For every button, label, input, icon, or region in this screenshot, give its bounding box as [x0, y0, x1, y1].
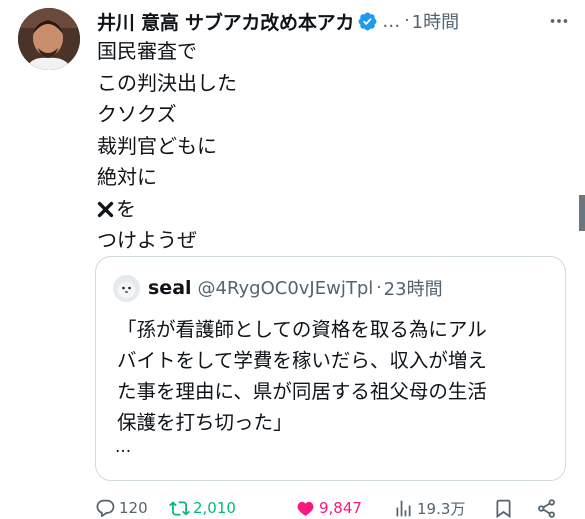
tweet-line: クソクズ	[97, 102, 177, 126]
quoted-author-handle[interactable]: @4RygOC0vJEwjTpl	[198, 278, 374, 299]
retweet-button[interactable]: 2,010	[169, 494, 236, 519]
views-icon	[396, 500, 411, 516]
tweet: 井川 意高 サブアカ改め本アカ … · 1時間 国民審査で この判決出した クソ…	[0, 0, 585, 519]
tweet-line: この判決出した	[97, 70, 237, 95]
quoted-line: た事を理由に、県が同居する祖父母の生活	[117, 380, 487, 403]
tweet-body: 国民審査で この判決出した クソクズ 裁判官どもに 絶対に を つけようぜ	[97, 36, 567, 257]
tweet-line: 国民審査で	[97, 39, 197, 63]
reply-button[interactable]: 120	[95, 494, 148, 519]
author-display-name[interactable]: 井川 意高 サブアカ改め本アカ	[97, 8, 354, 35]
cross-mark-icon	[97, 201, 114, 217]
quoted-line: 「孫が看護師としての資格を取る為にアル	[117, 318, 487, 341]
quoted-author-name[interactable]: seal	[148, 277, 192, 299]
tweet-line: 絶対に	[97, 165, 157, 189]
like-count: 9,847	[319, 499, 362, 517]
share-button[interactable]	[536, 494, 557, 519]
quoted-header-separator: ·	[376, 278, 382, 298]
more-dots-icon	[550, 19, 568, 23]
quoted-author-avatar[interactable]	[113, 274, 140, 302]
bookmark-button[interactable]	[493, 494, 514, 519]
retweet-count: 2,010	[193, 499, 236, 517]
reply-icon	[96, 499, 115, 517]
author-avatar[interactable]	[18, 8, 80, 70]
quoted-tweet-timestamp[interactable]: 23時間	[384, 275, 443, 301]
share-icon	[538, 498, 555, 518]
views-button[interactable]: 19.3万	[393, 494, 465, 519]
views-count: 19.3万	[417, 499, 466, 518]
tweet-actions-bar: 120 2,010 9,847 19.3万	[95, 494, 565, 519]
like-button[interactable]: 9,847	[295, 494, 362, 519]
tweet-line-text: を	[116, 196, 136, 221]
tweet-header: 井川 意高 サブアカ改め本アカ … · 1時間	[97, 8, 572, 34]
quoted-line: バイトをして学費を稼いだら、収入が増え	[117, 349, 487, 372]
tweet-timestamp[interactable]: 1時間	[412, 8, 459, 34]
avatar-photo	[18, 8, 80, 70]
quoted-tweet[interactable]: seal @4RygOC0vJEwjTpl · 23時間 「孫が看護師としての資…	[95, 256, 566, 481]
quoted-tweet-header: seal @4RygOC0vJEwjTpl · 23時間	[113, 274, 553, 302]
author-handle[interactable]: …	[382, 11, 400, 32]
heart-icon	[297, 501, 314, 516]
quoted-tweet-text: 「孫が看護師としての資格を取る為にアル バイトをして学費を稼いだら、収入が増え …	[117, 314, 557, 438]
seal-avatar-image	[113, 274, 140, 302]
header-separator: ·	[404, 11, 410, 31]
verified-badge-icon	[358, 12, 377, 30]
bookmark-icon	[496, 499, 511, 518]
quoted-truncation-ellipsis: ...	[115, 437, 132, 457]
quoted-line: 保護を打ち切った」	[117, 411, 293, 434]
tweet-line: つけようぜ	[97, 228, 197, 252]
retweet-icon	[169, 500, 190, 516]
scrollbar-thumb[interactable]	[579, 195, 585, 231]
tweet-line: 裁判官どもに	[97, 133, 217, 158]
reply-count: 120	[119, 499, 148, 517]
more-options-button[interactable]	[546, 8, 572, 34]
tweet-line-with-cross: を	[97, 194, 567, 226]
